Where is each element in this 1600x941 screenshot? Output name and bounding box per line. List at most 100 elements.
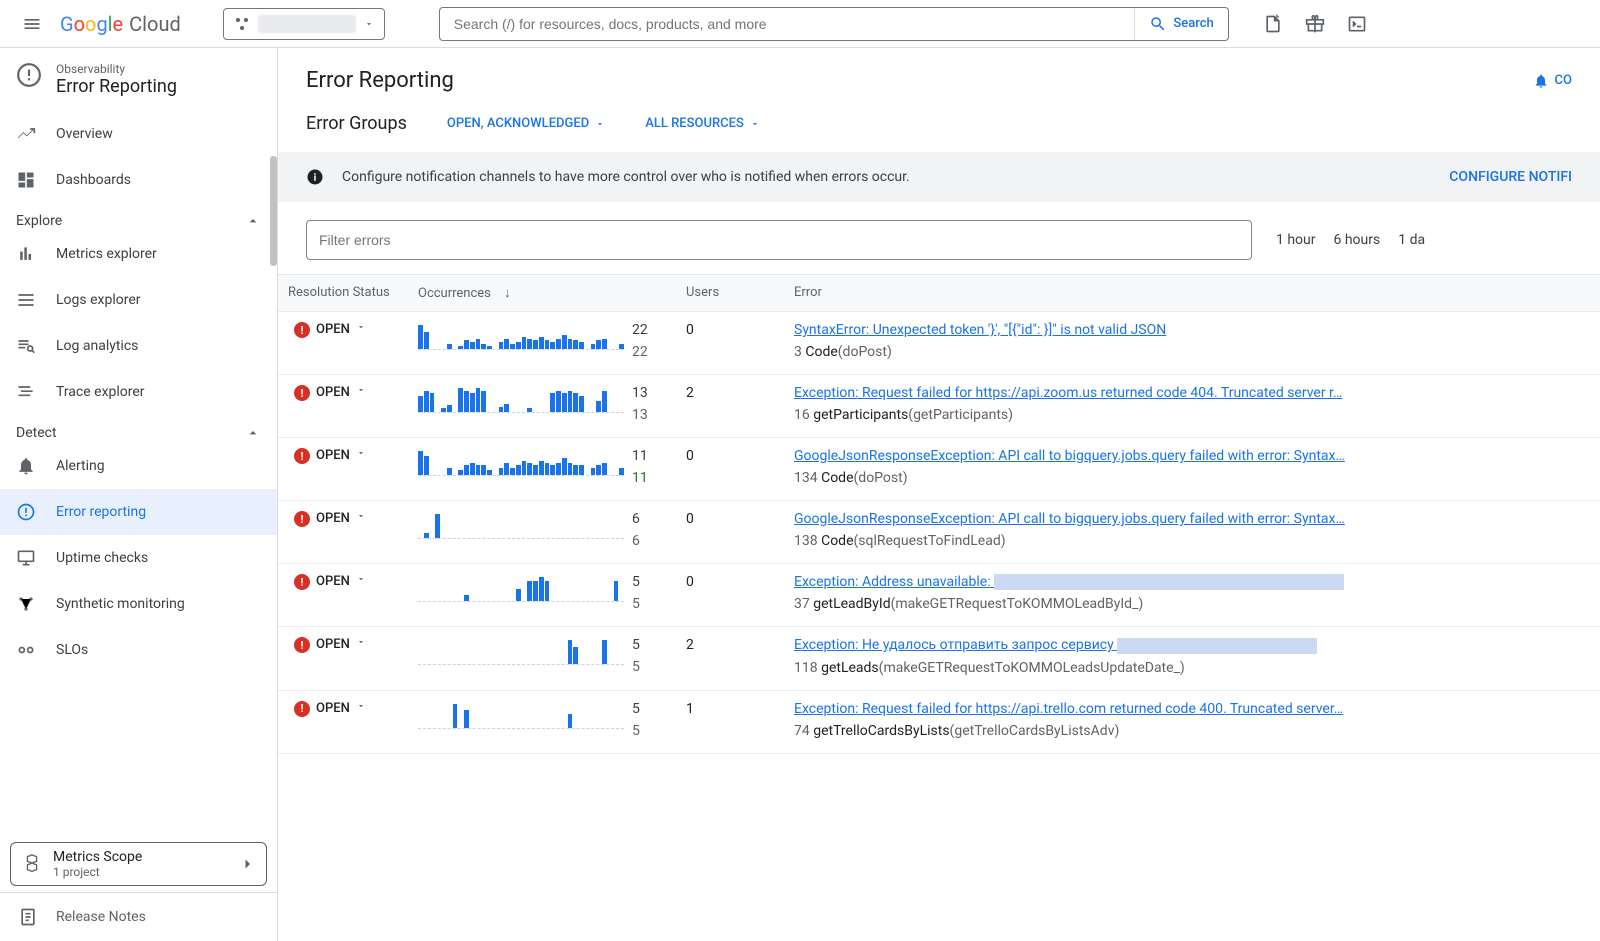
table-row[interactable]: ! OPEN 551Exception: Request failed for … [278, 691, 1600, 754]
occ-count: 13 [632, 385, 648, 401]
error-link[interactable]: Exception: Address unavailable: [794, 574, 1374, 590]
status-dropdown[interactable] [356, 385, 366, 395]
error-table: Resolution Status Occurrences ↓ Users Er… [278, 274, 1600, 754]
sidebar-item-uptime-checks[interactable]: Uptime checks [0, 535, 277, 581]
status-dropdown[interactable] [356, 701, 366, 711]
sparkline [418, 511, 624, 539]
error-location: 74 getTrelloCardsByLists(getTrelloCardsB… [794, 723, 1600, 739]
sidebar-item-log-analytics[interactable]: Log analytics [0, 323, 277, 369]
page-title: Error Reporting [306, 68, 454, 93]
docs-icon[interactable] [1261, 12, 1285, 36]
analytics-icon [16, 336, 38, 356]
notification-toggle[interactable]: CO [1533, 73, 1572, 89]
filter-resources-dropdown[interactable]: ALL RESOURCES [645, 116, 760, 131]
sidebar-item-overview[interactable]: Overview [0, 111, 277, 157]
error-location: 3 Code(doPost) [794, 344, 1600, 360]
col-error[interactable]: Error [794, 285, 1600, 301]
status-dropdown[interactable] [356, 511, 366, 521]
bell-icon [1533, 73, 1549, 89]
table-row[interactable]: ! OPEN 11110GoogleJsonResponseException:… [278, 438, 1600, 501]
status-dropdown[interactable] [356, 322, 366, 332]
search-button[interactable]: Search [1134, 8, 1227, 40]
chart-up-icon [16, 124, 38, 144]
table-row[interactable]: ! OPEN 552Exception: Не удалось отправит… [278, 627, 1600, 690]
users-count: 0 [686, 574, 794, 612]
time-6h[interactable]: 6 hours [1334, 232, 1381, 248]
dashboard-icon [16, 170, 38, 190]
occ-count: 6 [632, 511, 640, 527]
sidebar-section-explore[interactable]: Explore [0, 203, 277, 231]
error-location: 16 getParticipants(getParticipants) [794, 407, 1600, 423]
sidebar-item-label: Metrics explorer [56, 246, 157, 262]
gift-icon[interactable] [1303, 12, 1327, 36]
main-content: Error Reporting CO Error Groups OPEN, AC… [278, 48, 1600, 941]
project-picker[interactable] [223, 8, 385, 40]
error-link[interactable]: GoogleJsonResponseException: API call to… [794, 448, 1374, 464]
list-icon [16, 290, 38, 310]
sidebar-item-label: Overview [56, 126, 113, 142]
configure-notifications-link[interactable]: CONFIGURE NOTIFI [1449, 169, 1572, 185]
cloud-shell-icon[interactable] [1345, 12, 1369, 36]
sidebar-item-label: Error reporting [56, 504, 146, 520]
sparkline [418, 322, 624, 350]
col-occurrences[interactable]: Occurrences ↓ [418, 285, 686, 301]
table-row[interactable]: ! OPEN 13132Exception: Request failed fo… [278, 375, 1600, 438]
hamburger-menu[interactable] [12, 4, 52, 44]
chevron-up-icon [245, 213, 261, 229]
sidebar-item-error-reporting[interactable]: Error reporting [0, 489, 277, 535]
filter-status-dropdown[interactable]: OPEN, ACKNOWLEDGED [447, 116, 605, 131]
sidebar-section-detect[interactable]: Detect [0, 415, 277, 443]
search-box[interactable]: Search [439, 7, 1229, 41]
col-status[interactable]: Resolution Status [278, 285, 418, 301]
error-status-icon: ! [294, 448, 310, 464]
status-label: OPEN [316, 385, 350, 400]
occ-count-secondary: 5 [632, 723, 640, 739]
release-notes-link[interactable]: Release Notes [0, 892, 277, 941]
filter-errors-input[interactable] [306, 220, 1252, 260]
error-link[interactable]: Exception: Request failed for https://ap… [794, 385, 1374, 401]
table-row[interactable]: ! OPEN 22220SyntaxError: Unexpected toke… [278, 312, 1600, 375]
search-input[interactable] [440, 16, 1135, 32]
sidebar-item-label: Dashboards [56, 172, 131, 188]
sidebar-item-synthetic-monitoring[interactable]: Synthetic monitoring [0, 581, 277, 627]
metrics-scope-picker[interactable]: Metrics Scope1 project [10, 842, 267, 886]
sidebar-item-metrics-explorer[interactable]: Metrics explorer [0, 231, 277, 277]
status-label: OPEN [316, 511, 350, 526]
sidebar-item-label: Uptime checks [56, 550, 148, 566]
sidebar-item-dashboards[interactable]: Dashboards [0, 157, 277, 203]
sidebar-item-slos[interactable]: SLOs [0, 627, 277, 673]
sort-desc-icon: ↓ [504, 286, 511, 301]
status-dropdown[interactable] [356, 448, 366, 458]
col-users[interactable]: Users [686, 285, 794, 301]
dropdown-icon [750, 119, 760, 129]
status-dropdown[interactable] [356, 574, 366, 584]
error-link[interactable]: Exception: Не удалось отправить запрос с… [794, 637, 1374, 653]
sidebar-item-alerting[interactable]: Alerting [0, 443, 277, 489]
error-location: 118 getLeads(makeGETRequestToKOMMOLeadsU… [794, 660, 1600, 676]
google-cloud-logo[interactable]: GoogleCloud [60, 12, 181, 36]
project-name-redacted [258, 15, 356, 33]
project-icon [234, 16, 250, 32]
table-row[interactable]: ! OPEN 660GoogleJsonResponseException: A… [278, 501, 1600, 564]
table-row[interactable]: ! OPEN 550Exception: Address unavailable… [278, 564, 1600, 627]
occ-count-secondary: 5 [632, 659, 640, 675]
occ-count-secondary: 6 [632, 533, 640, 549]
sidebar-scrollbar[interactable] [270, 156, 277, 266]
status-label: OPEN [316, 637, 350, 652]
hamburger-icon [22, 14, 42, 34]
error-status-icon: ! [294, 701, 310, 717]
sidebar-item-trace-explorer[interactable]: Trace explorer [0, 369, 277, 415]
error-reporting-icon [16, 62, 42, 88]
error-link[interactable]: Exception: Request failed for https://ap… [794, 701, 1374, 717]
table-header: Resolution Status Occurrences ↓ Users Er… [278, 274, 1600, 312]
sidebar-item-logs-explorer[interactable]: Logs explorer [0, 277, 277, 323]
error-link[interactable]: SyntaxError: Unexpected token '}', "[{"i… [794, 322, 1374, 338]
time-1h[interactable]: 1 hour [1276, 232, 1316, 248]
status-dropdown[interactable] [356, 637, 366, 647]
error-link[interactable]: GoogleJsonResponseException: API call to… [794, 511, 1374, 527]
time-1d[interactable]: 1 da [1398, 232, 1425, 248]
chevron-right-icon [238, 855, 256, 873]
sparkline [418, 637, 624, 665]
search-icon [1149, 15, 1167, 33]
sparkline [418, 448, 624, 476]
